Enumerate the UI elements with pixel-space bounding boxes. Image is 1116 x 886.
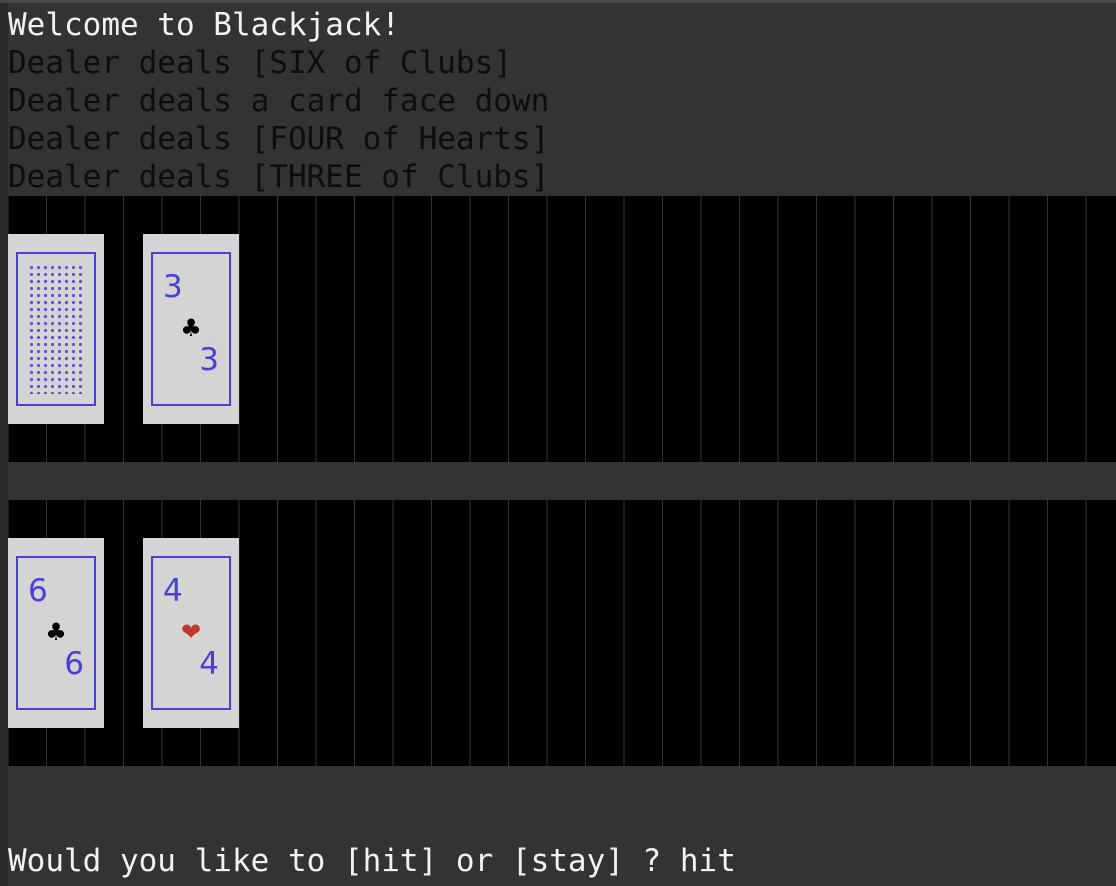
game-log: Welcome to Blackjack! Dealer deals [SIX … <box>8 6 549 196</box>
card-frame: 6 ♣ 6 <box>16 556 96 710</box>
dealer-card-face-down <box>8 234 104 424</box>
club-icon: ♣ <box>180 314 202 342</box>
hit-or-stay-prompt[interactable]: Would you like to [hit] or [stay] ? hit <box>8 842 736 880</box>
window-left-edge <box>0 0 8 886</box>
log-line: Welcome to Blackjack! <box>8 7 400 43</box>
card-rank-top: 6 <box>28 573 48 609</box>
log-line: Dealer deals [THREE of Clubs] <box>8 159 550 195</box>
dealer-table-area: 3 ♣ 3 <box>8 196 1116 462</box>
window-top-border <box>0 0 1116 3</box>
club-icon: ♣ <box>45 618 67 646</box>
card-rank-bottom: 3 <box>199 342 219 378</box>
player-card: 6 ♣ 6 <box>8 538 104 728</box>
card-rank-top: 3 <box>163 269 183 305</box>
log-line: Dealer deals a card face down <box>8 83 550 119</box>
log-line: Dealer deals [FOUR of Hearts] <box>8 121 550 157</box>
dealer-card: 3 ♣ 3 <box>143 234 239 424</box>
card-back-pattern <box>28 264 84 394</box>
player-table-area: 6 ♣ 6 4 ❤ 4 <box>8 500 1116 766</box>
player-card: 4 ❤ 4 <box>143 538 239 728</box>
card-rank-bottom: 6 <box>64 646 84 682</box>
card-frame: 4 ❤ 4 <box>151 556 231 710</box>
card-frame: 3 ♣ 3 <box>151 252 231 406</box>
card-back-frame <box>16 252 96 406</box>
log-line: Dealer deals [SIX of Clubs] <box>8 45 512 81</box>
card-rank-top: 4 <box>163 573 183 609</box>
heart-icon: ❤ <box>180 618 202 646</box>
card-rank-bottom: 4 <box>199 646 219 682</box>
